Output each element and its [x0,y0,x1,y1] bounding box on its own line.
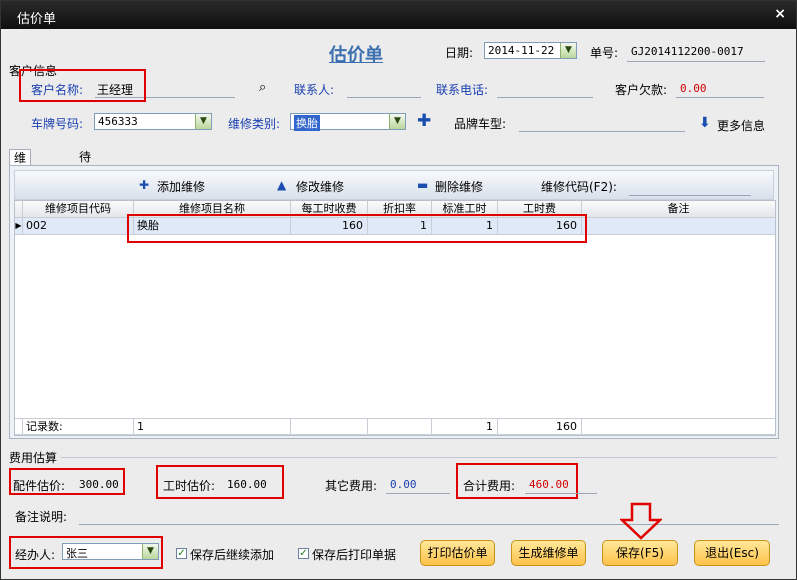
add-repair-button[interactable]: 添加维修 [157,178,205,195]
other-cost-field[interactable] [386,477,450,494]
debt-label: 客户欠款: [615,83,668,97]
footer-fee-total: 160 [498,418,582,435]
grid-toolbar: ✚ 添加维修 ▲ 修改维修 ▬ 删除维修 维修代码(F2): [14,170,774,200]
tab-pending-parts[interactable]: 待换配件 [75,149,95,212]
arrow-down-annotation-icon [620,502,662,540]
repair-items-panel: ✚ 添加维修 ▲ 修改维修 ▬ 删除维修 维修代码(F2): 维修项目代码 维修… [9,165,779,439]
footer-cell [582,418,775,435]
footer-corner [15,418,23,435]
table-row-code[interactable]: 002 [23,218,134,235]
repair-type-label: 维修类别: [228,117,281,131]
footer-count-value: 1 [134,418,291,435]
cost-section-label: 费用估算 [9,451,58,465]
footer-cell [368,418,432,435]
continue-add-label[interactable]: 保存后继续添加 [190,546,274,563]
row-pointer-icon: ▶ [15,218,23,235]
remark-label: 备注说明: [15,510,68,524]
col-header: 备注 [582,201,775,218]
generate-repair-order-button[interactable]: 生成维修单 [511,540,586,566]
repair-type-value: 换胎 [294,115,320,131]
other-cost-label: 其它费用: [325,479,378,493]
highlight-handler [9,536,163,569]
phone-label: 联系电话: [436,83,489,97]
repair-code-label: 维修代码(F2): [541,180,617,194]
table-row-note[interactable] [582,218,775,235]
edit-repair-button[interactable]: 修改维修 [296,178,344,195]
footer-cell [291,418,368,435]
date-picker[interactable]: 2014-11-22 ▼ [484,42,577,59]
contact-label: 联系人: [294,83,335,97]
order-no-underline [627,45,765,62]
highlight-labor-estimate [156,465,284,499]
close-icon[interactable]: × [774,6,786,22]
tab-repair-items[interactable]: 维修项目 [9,149,32,213]
highlight-grid-row [127,214,587,243]
model-label: 品牌车型: [454,117,507,131]
estimate-window: 估价单 × 客户信息 估价单 日期: 2014-11-22 ▼ 单号: GJ20… [0,0,797,580]
plate-combo[interactable]: 456333 ▼ [94,113,212,130]
chevron-down-icon[interactable]: ▼ [195,114,211,129]
footer-count-label: 记录数: [23,418,134,435]
order-no-label: 单号: [590,46,619,60]
binoculars-icon[interactable]: ⌕ [259,80,266,95]
add-repair-type-icon[interactable]: ✚ [417,111,431,131]
checkbox-print-after-save[interactable]: ✓ [298,548,309,559]
form-title: 估价单 [329,45,383,66]
delete-repair-button[interactable]: 删除维修 [435,178,483,195]
title-bar: 估价单 × [1,1,796,29]
date-label: 日期: [445,46,474,60]
phone-field[interactable] [497,81,593,98]
cost-section-divider [61,457,777,458]
save-button[interactable]: 保存(F5) [602,540,678,566]
highlight-customer-name [19,69,146,102]
window-title: 估价单 [17,12,57,27]
repair-code-field[interactable] [629,179,751,196]
more-info-link[interactable]: 更多信息 [717,117,765,134]
plate-label: 车牌号码: [31,117,84,131]
repair-type-combo[interactable]: 换胎 ▼ [290,113,406,131]
contact-field[interactable] [347,81,421,98]
plate-value: 456333 [98,115,138,128]
minus-icon[interactable]: ▬ [417,178,428,192]
debt-underline [676,81,764,98]
total-cost-underline [525,477,597,494]
remark-field[interactable] [79,508,779,525]
date-value: 2014-11-22 [488,44,555,57]
arrow-down-icon[interactable]: ⬇ [699,115,711,131]
add-icon[interactable]: ✚ [139,178,149,192]
row-header-corner [15,201,23,218]
highlight-parts-estimate [9,468,125,495]
col-header: 维修项目代码 [23,201,134,218]
chevron-down-icon[interactable]: ▼ [560,43,576,58]
print-estimate-button[interactable]: 打印估价单 [420,540,495,566]
model-field[interactable] [519,115,685,132]
checkbox-continue-add[interactable]: ✓ [176,548,187,559]
chevron-down-icon[interactable]: ▼ [389,114,405,129]
print-after-save-label[interactable]: 保存后打印单据 [312,546,396,563]
footer-hours-total: 1 [432,418,498,435]
exit-button[interactable]: 退出(Esc) [694,540,770,566]
triangle-up-icon[interactable]: ▲ [277,178,286,192]
